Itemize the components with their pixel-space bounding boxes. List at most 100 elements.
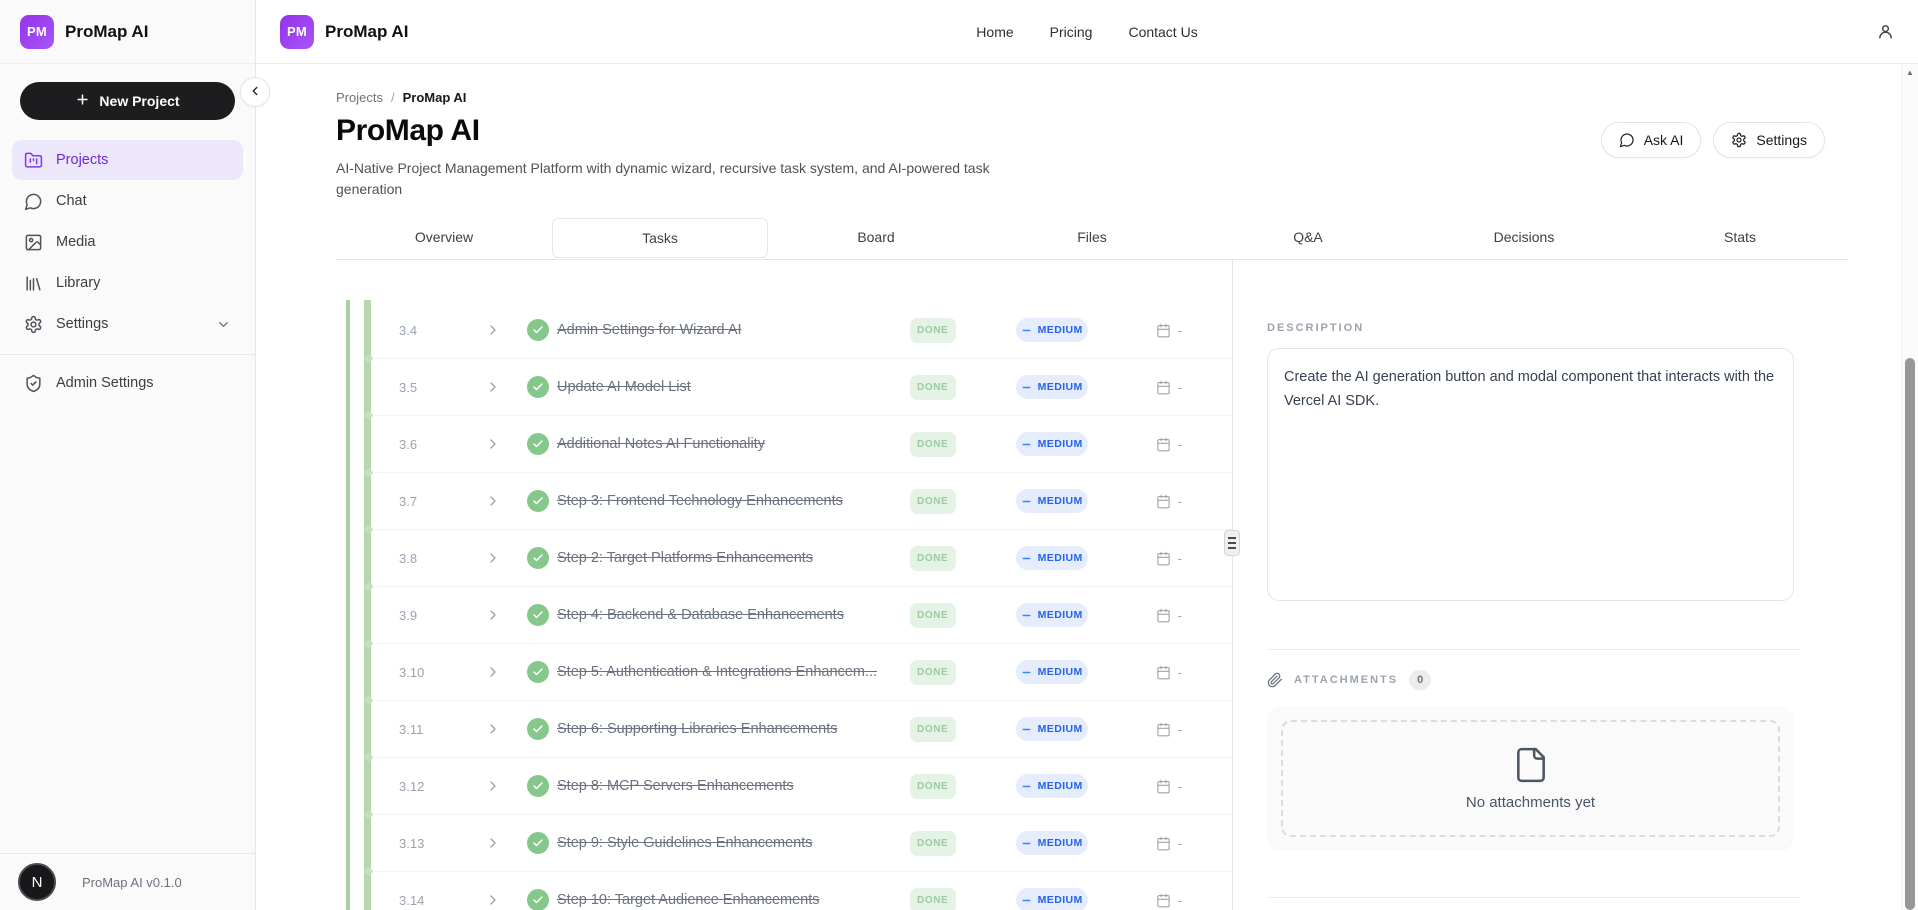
chevron-right-icon[interactable] xyxy=(485,493,501,509)
task-title[interactable]: Step 2: Target Platforms Enhancements xyxy=(557,550,910,566)
due-date[interactable]: - xyxy=(1156,551,1182,566)
task-done-check-icon[interactable] xyxy=(527,775,549,797)
sidebar-item-settings[interactable]: Settings xyxy=(12,304,243,344)
sidebar-item-projects[interactable]: Projects xyxy=(12,140,243,180)
due-date[interactable]: - xyxy=(1156,665,1182,680)
sidebar-item-admin-settings[interactable]: Admin Settings xyxy=(12,363,243,403)
sidebar-collapse-button[interactable] xyxy=(240,77,270,107)
task-title[interactable]: Step 6: Supporting Libraries Enhancement… xyxy=(557,721,910,737)
task-done-check-icon[interactable] xyxy=(527,376,549,398)
due-date-value: - xyxy=(1178,608,1182,623)
priority-label: MEDIUM xyxy=(1038,837,1083,849)
tab-qa[interactable]: Q&A xyxy=(1200,214,1416,259)
scrollbar-thumb[interactable] xyxy=(1905,358,1915,910)
task-done-check-icon[interactable] xyxy=(527,433,549,455)
sidebar-item-label: Projects xyxy=(56,152,108,168)
chevron-right-icon[interactable] xyxy=(485,436,501,452)
priority-badge: MEDIUM xyxy=(1016,375,1088,399)
topnav-brand[interactable]: PM ProMap AI xyxy=(280,15,408,49)
sidebar-item-chat[interactable]: Chat xyxy=(12,181,243,221)
tab-files[interactable]: Files xyxy=(984,214,1200,259)
window-scrollbar[interactable]: ▲ xyxy=(1901,64,1918,910)
chevron-right-icon[interactable] xyxy=(485,778,501,794)
task-done-check-icon[interactable] xyxy=(527,889,549,910)
task-row[interactable]: 3.5 Update AI Model List DONE MEDIUM - xyxy=(375,359,1232,416)
task-title[interactable]: Step 3: Frontend Technology Enhancements xyxy=(557,493,910,509)
task-row[interactable]: 3.13 Step 9: Style Guidelines Enhancemen… xyxy=(375,815,1232,872)
status-badge: DONE xyxy=(910,603,956,628)
task-title[interactable]: Step 5: Authentication & Integrations En… xyxy=(557,664,910,680)
task-done-check-icon[interactable] xyxy=(527,661,549,683)
due-date[interactable]: - xyxy=(1156,323,1182,338)
task-done-check-icon[interactable] xyxy=(527,832,549,854)
tab-board[interactable]: Board xyxy=(768,214,984,259)
sidebar-item-library[interactable]: Library xyxy=(12,263,243,303)
chevron-right-icon[interactable] xyxy=(485,664,501,680)
minus-icon xyxy=(1021,838,1032,849)
sidebar-item-media[interactable]: Media xyxy=(12,222,243,262)
task-title[interactable]: Step 4: Backend & Database Enhancements xyxy=(557,607,910,623)
scroll-up-arrow[interactable]: ▲ xyxy=(1902,68,1918,77)
new-project-button[interactable]: New Project xyxy=(20,82,235,120)
chevron-right-icon[interactable] xyxy=(485,607,501,623)
task-title[interactable]: Step 9: Style Guidelines Enhancements xyxy=(557,835,910,851)
due-date-value: - xyxy=(1178,323,1182,338)
due-date[interactable]: - xyxy=(1156,380,1182,395)
minus-icon xyxy=(1021,325,1032,336)
task-done-check-icon[interactable] xyxy=(527,604,549,626)
nav-link-home[interactable]: Home xyxy=(976,24,1013,40)
task-done-check-icon[interactable] xyxy=(527,319,549,341)
panel-resize-handle[interactable] xyxy=(1224,530,1240,556)
attachments-dropzone[interactable]: No attachments yet xyxy=(1281,720,1780,837)
tab-tasks[interactable]: Tasks xyxy=(552,218,768,258)
task-title[interactable]: Step 10: Target Audience Enhancements xyxy=(557,892,910,908)
task-row[interactable]: 3.8 Step 2: Target Platforms Enhancement… xyxy=(375,530,1232,587)
due-date[interactable]: - xyxy=(1156,779,1182,794)
nav-link-contact[interactable]: Contact Us xyxy=(1128,24,1197,40)
task-title[interactable]: Additional Notes AI Functionality xyxy=(557,436,910,452)
due-date[interactable]: - xyxy=(1156,893,1182,908)
chevron-right-icon[interactable] xyxy=(485,892,501,908)
project-settings-button[interactable]: Settings xyxy=(1713,122,1825,158)
task-row[interactable]: 3.14 Step 10: Target Audience Enhancemen… xyxy=(375,872,1232,910)
task-row[interactable]: 3.11 Step 6: Supporting Libraries Enhanc… xyxy=(375,701,1232,758)
task-row[interactable]: 3.9 Step 4: Backend & Database Enhanceme… xyxy=(375,587,1232,644)
nav-link-pricing[interactable]: Pricing xyxy=(1050,24,1093,40)
task-row[interactable]: 3.4 Admin Settings for Wizard AI DONE ME… xyxy=(375,302,1232,359)
task-title[interactable]: Step 8: MCP Servers Enhancements xyxy=(557,778,910,794)
user-icon[interactable] xyxy=(1877,23,1894,40)
chevron-right-icon[interactable] xyxy=(485,322,501,338)
chevron-right-icon[interactable] xyxy=(485,835,501,851)
due-date[interactable]: - xyxy=(1156,722,1182,737)
tab-stats[interactable]: Stats xyxy=(1632,214,1848,259)
status-badge: DONE xyxy=(910,888,956,910)
breadcrumb-projects[interactable]: Projects xyxy=(336,90,383,105)
task-row[interactable]: 3.10 Step 5: Authentication & Integratio… xyxy=(375,644,1232,701)
task-row[interactable]: 3.12 Step 8: MCP Servers Enhancements DO… xyxy=(375,758,1232,815)
task-title[interactable]: Admin Settings for Wizard AI xyxy=(557,322,910,338)
priority-label: MEDIUM xyxy=(1038,324,1083,336)
tab-overview[interactable]: Overview xyxy=(336,214,552,259)
description-textarea[interactable]: Create the AI generation button and moda… xyxy=(1267,348,1794,601)
due-date[interactable]: - xyxy=(1156,836,1182,851)
task-done-check-icon[interactable] xyxy=(527,718,549,740)
task-done-check-icon[interactable] xyxy=(527,490,549,512)
task-row[interactable]: 3.6 Additional Notes AI Functionality DO… xyxy=(375,416,1232,473)
calendar-icon xyxy=(1156,608,1171,623)
task-title[interactable]: Update AI Model List xyxy=(557,379,910,395)
tab-decisions[interactable]: Decisions xyxy=(1416,214,1632,259)
due-date[interactable]: - xyxy=(1156,494,1182,509)
chevron-right-icon[interactable] xyxy=(485,379,501,395)
minus-icon xyxy=(1021,553,1032,564)
due-date[interactable]: - xyxy=(1156,437,1182,452)
ask-ai-button[interactable]: Ask AI xyxy=(1601,122,1702,158)
gear-icon xyxy=(24,315,43,334)
task-done-check-icon[interactable] xyxy=(527,547,549,569)
chevron-right-icon[interactable] xyxy=(485,550,501,566)
task-row[interactable]: 3.7 Step 3: Frontend Technology Enhancem… xyxy=(375,473,1232,530)
chevron-right-icon[interactable] xyxy=(485,721,501,737)
user-avatar[interactable]: N xyxy=(18,863,56,901)
due-date[interactable]: - xyxy=(1156,608,1182,623)
calendar-icon xyxy=(1156,893,1171,908)
top-navbar: PM ProMap AI Home Pricing Contact Us xyxy=(256,0,1918,64)
